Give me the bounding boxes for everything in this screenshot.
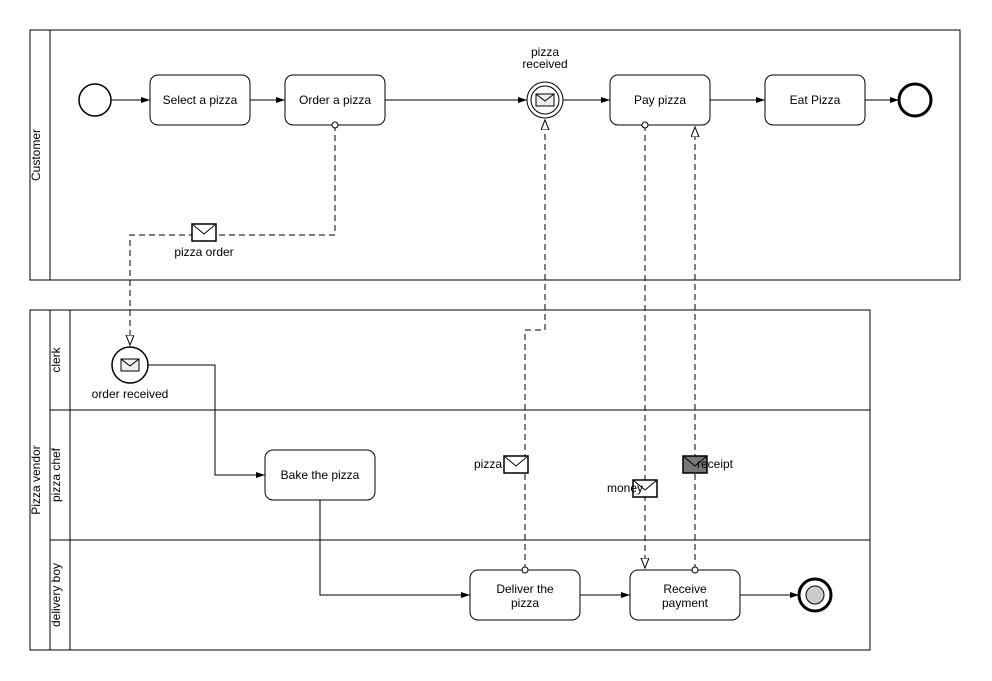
envelope-icon — [504, 456, 528, 473]
envelope-icon — [536, 94, 554, 106]
envelope-icon — [192, 224, 216, 241]
task-eat-pizza: Eat Pizza — [765, 75, 865, 125]
svg-text:Receive: Receive — [663, 582, 707, 596]
svg-text:Deliver the: Deliver the — [496, 582, 554, 596]
task-order-label: Order a pizza — [299, 93, 371, 107]
svg-text:payment: payment — [662, 596, 709, 610]
svg-text:received: received — [522, 57, 567, 71]
task-order-pizza: Order a pizza — [285, 75, 385, 125]
lane-clerk-label: clerk — [49, 346, 63, 372]
start-event-customer — [79, 84, 111, 116]
end-event-vendor — [799, 579, 831, 611]
msg-pizza-label: pizza — [474, 457, 502, 471]
msg-money-label: money — [607, 481, 643, 495]
task-receive-payment: Receive payment — [630, 570, 740, 620]
task-pay-pizza: Pay pizza — [610, 75, 710, 125]
task-select-pizza: Select a pizza — [150, 75, 250, 125]
envelope-icon — [121, 359, 139, 371]
task-eat-label: Eat Pizza — [790, 93, 841, 107]
pool-vendor: Pizza vendor clerk pizza chef delivery b… — [29, 310, 870, 650]
pool-customer-label: Customer — [29, 129, 43, 181]
task-pay-label: Pay pizza — [634, 93, 686, 107]
end-event-customer — [899, 84, 931, 116]
lane-delivery-label: delivery boy — [49, 563, 63, 627]
task-select-label: Select a pizza — [163, 93, 238, 107]
lane-chef — [70, 410, 870, 540]
pool-customer: Customer Select a pizza Order a pizza pi… — [29, 30, 960, 280]
bpmn-diagram: Customer Select a pizza Order a pizza pi… — [20, 20, 972, 661]
msg-receipt-label: receipt — [697, 457, 734, 471]
lane-clerk — [70, 310, 870, 410]
lane-chef-label: pizza chef — [49, 447, 63, 502]
task-bake-pizza: Bake the pizza — [265, 450, 375, 500]
pool-vendor-label: Pizza vendor — [29, 445, 43, 514]
msg-pizza-order-label: pizza order — [174, 245, 233, 259]
task-deliver-pizza: Deliver the pizza — [470, 570, 580, 620]
svg-text:order received: order received — [92, 387, 169, 401]
svg-text:pizza: pizza — [511, 596, 539, 610]
task-bake-label: Bake the pizza — [281, 468, 360, 482]
